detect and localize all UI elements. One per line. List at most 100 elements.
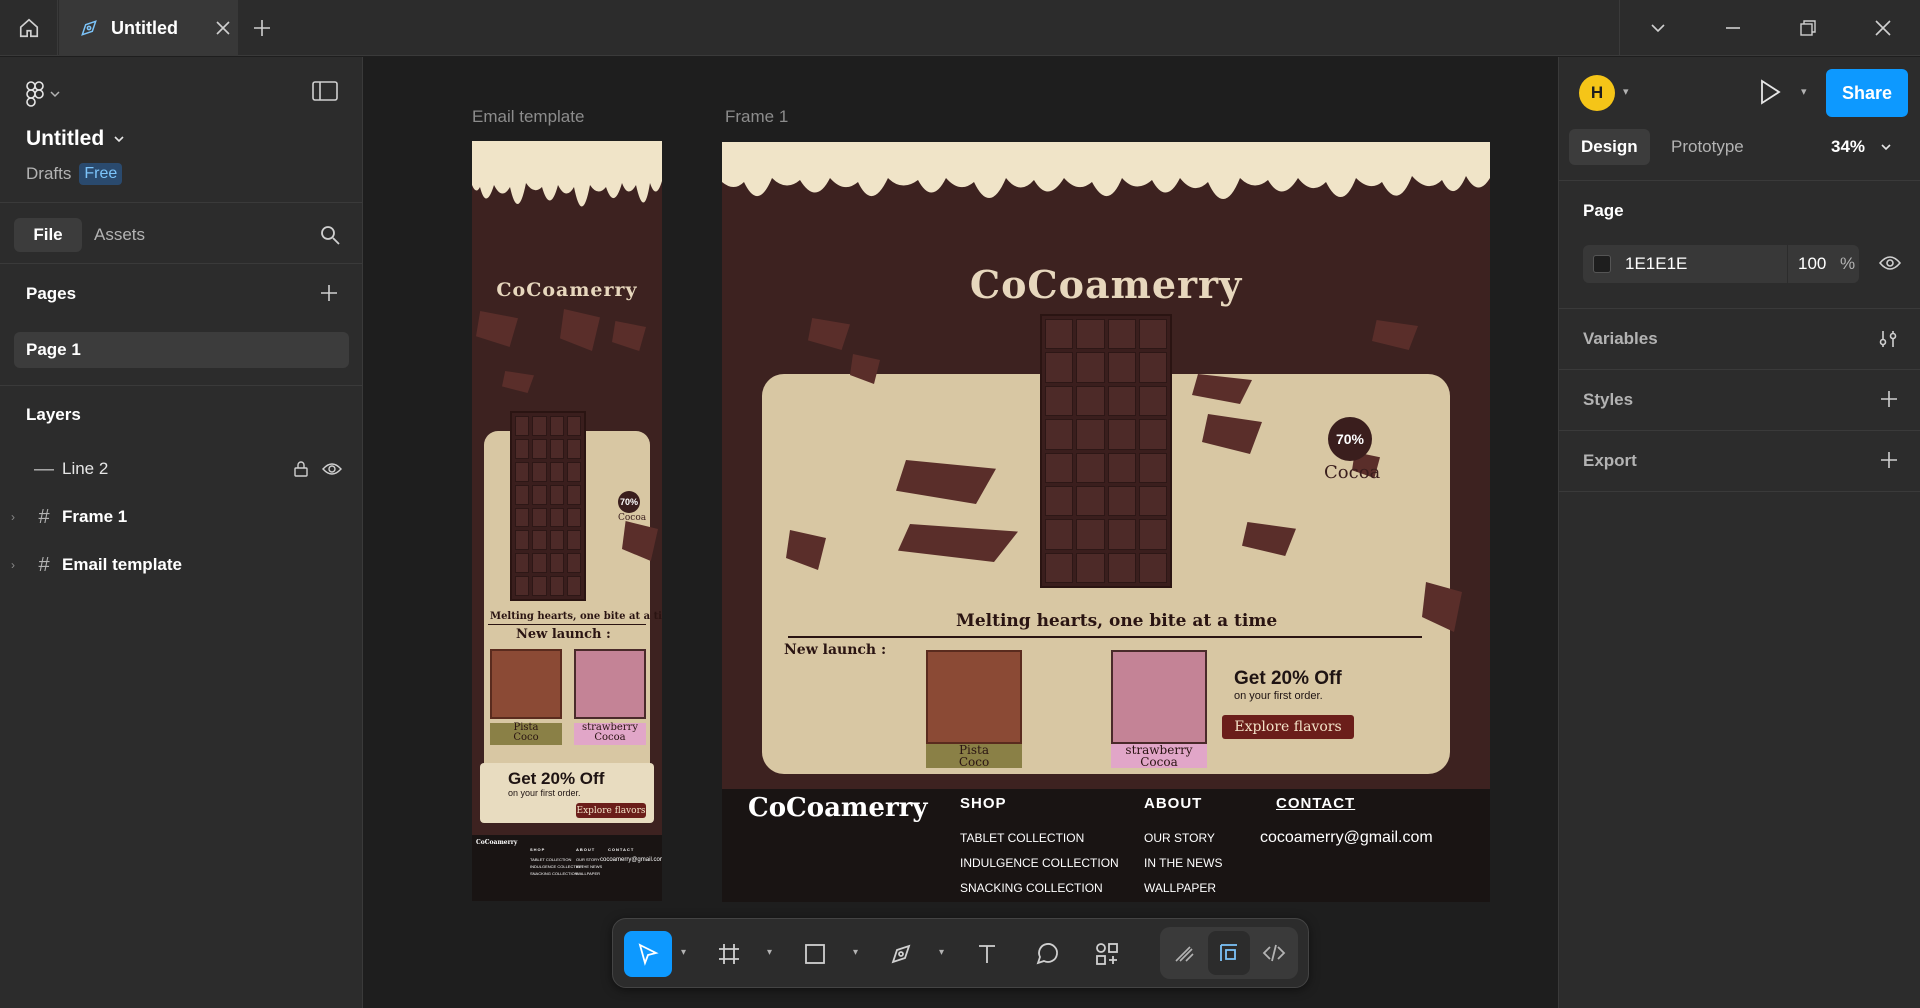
home-button[interactable] — [0, 0, 58, 56]
email-template-frame[interactable]: CoCoamerry 70% Cocoa Melting hearts, one… — [472, 141, 662, 901]
footer-about-item: OUR STORY — [1144, 831, 1215, 845]
page-opacity[interactable]: 100 — [1798, 254, 1836, 274]
minimize-icon — [1725, 27, 1740, 29]
new-tab-button[interactable] — [248, 14, 276, 42]
layer-row[interactable]: › # Frame 1 — [0, 497, 362, 537]
comment-tool-button[interactable] — [1027, 931, 1067, 977]
main-menu-button[interactable] — [26, 81, 60, 107]
pen-tool-button[interactable] — [881, 931, 921, 977]
chevron-down-icon — [1650, 24, 1665, 33]
cocoa-percent-badge: 70% — [1328, 417, 1372, 461]
file-title[interactable]: Untitled — [26, 127, 124, 151]
offer-subtitle: on your first order. — [508, 788, 581, 798]
frame-label-frame-1[interactable]: Frame 1 — [725, 107, 788, 127]
draw-mode-button[interactable] — [1164, 931, 1204, 975]
footer-about-item: WALLPAPER — [1144, 881, 1217, 895]
footer-shop-item: SNACKING COLLECTION — [960, 881, 1103, 895]
maximize-button[interactable] — [1770, 0, 1845, 56]
footer-contact-email: cocoamerry@gmail.com — [1260, 829, 1433, 846]
file-tab[interactable]: Untitled — [59, 0, 238, 56]
variables-section[interactable]: Variables — [1559, 309, 1920, 370]
frame-label-email-template[interactable]: Email template — [472, 107, 584, 127]
page-color-field[interactable]: 1E1E1E 100 % — [1583, 245, 1859, 283]
add-style-button[interactable] — [1880, 390, 1898, 413]
chevron-down-icon[interactable]: ▾ — [767, 947, 772, 958]
chocolate-chip — [560, 309, 600, 351]
tab-design[interactable]: Design — [1569, 129, 1650, 165]
avatar[interactable]: H — [1579, 75, 1615, 111]
brand-title: CoCoamerry — [496, 279, 638, 301]
offer-title: Get 20% Off — [508, 769, 605, 788]
comment-icon — [1036, 943, 1058, 965]
components-icon — [1096, 943, 1118, 965]
variables-heading: Variables — [1583, 329, 1658, 348]
divider-line — [788, 636, 1422, 638]
page-heading: Page — [1583, 201, 1624, 220]
search-button[interactable] — [320, 225, 340, 250]
present-button[interactable] — [1759, 79, 1781, 110]
chevron-down-icon[interactable]: ▾ — [853, 947, 858, 958]
add-page-button[interactable] — [320, 284, 338, 307]
text-tool-button[interactable] — [967, 931, 1007, 977]
frame-icon: # — [38, 553, 50, 576]
layers-heading: Layers — [26, 405, 81, 424]
canvas[interactable]: Email template Frame 1 CoCoamerry 70% Co… — [364, 57, 1557, 1008]
footer-shop-item: INDULGENCE COLLECTION — [530, 864, 583, 869]
zoom-dropdown[interactable]: 34% — [1831, 129, 1891, 165]
product-image-pista — [490, 649, 562, 719]
share-button[interactable]: Share — [1826, 69, 1908, 117]
chevron-down-icon[interactable]: ▾ — [1623, 85, 1629, 98]
close-window-button[interactable] — [1845, 0, 1920, 56]
tabs-dropdown-button[interactable] — [1620, 0, 1695, 56]
layer-row[interactable]: › # Email template — [0, 545, 362, 585]
frame-1[interactable]: CoCoamerry 70% Cocoa Melting hearts, one… — [722, 142, 1490, 902]
actions-button[interactable] — [1087, 931, 1127, 977]
dev-mode-button[interactable] — [1254, 931, 1294, 975]
figma-file-icon — [81, 20, 97, 36]
chevron-right-icon[interactable]: › — [0, 510, 26, 524]
page-color-hex[interactable]: 1E1E1E — [1625, 254, 1787, 274]
add-export-button[interactable] — [1880, 451, 1898, 474]
footer-brand: CoCoamerry — [748, 793, 928, 823]
chevron-down-icon[interactable]: ▾ — [939, 947, 944, 958]
minimize-button[interactable] — [1695, 0, 1770, 56]
chevron-right-icon[interactable]: › — [0, 558, 26, 572]
eye-icon[interactable] — [322, 462, 342, 476]
chevron-down-icon — [1881, 144, 1891, 151]
product-label-strawberry: strawberry Cocoa — [1111, 744, 1207, 768]
line-icon: — — [34, 457, 54, 480]
offer-subtitle: on your first order. — [1234, 690, 1323, 702]
file-title-text: Untitled — [26, 127, 105, 150]
tab-assets[interactable]: Assets — [84, 218, 155, 252]
tab-prototype[interactable]: Prototype — [1659, 129, 1756, 165]
play-icon — [1761, 79, 1781, 105]
plus-icon — [321, 285, 337, 301]
move-tool-button[interactable] — [624, 931, 672, 977]
color-swatch[interactable] — [1593, 255, 1611, 273]
footer: CoCoamerry SHOP TABLET COLLECTION INDULG… — [722, 789, 1490, 902]
drafts-label[interactable]: Drafts — [26, 164, 71, 184]
tagline: Melting hearts, one bite at a time — [490, 611, 662, 622]
chevron-down-icon[interactable]: ▾ — [1801, 85, 1807, 98]
close-tab-icon[interactable] — [215, 20, 231, 36]
lock-icon[interactable] — [294, 461, 308, 477]
footer-shop-item: TABLET COLLECTION — [960, 831, 1085, 845]
cocoa-label: Cocoa — [1324, 462, 1381, 483]
sliders-icon — [1879, 331, 1897, 347]
visibility-toggle[interactable] — [1878, 255, 1902, 276]
rectangle-tool-button[interactable] — [795, 931, 835, 977]
chevron-down-icon — [114, 136, 124, 143]
panel-tabs: File Assets — [0, 203, 362, 264]
page-item[interactable]: Page 1 — [14, 332, 349, 368]
design-mode-button[interactable] — [1208, 931, 1250, 975]
tab-file[interactable]: File — [14, 218, 82, 252]
frame-tool-button[interactable] — [709, 931, 749, 977]
variables-settings-button[interactable] — [1878, 329, 1898, 354]
layer-row[interactable]: — Line 2 — [0, 449, 362, 489]
chevron-down-icon[interactable]: ▾ — [681, 947, 686, 958]
close-icon — [1874, 20, 1891, 36]
pages-heading: Pages — [26, 284, 77, 303]
toggle-sidebar-button[interactable] — [312, 81, 338, 106]
figma-logo-icon — [26, 81, 44, 107]
export-heading: Export — [1583, 451, 1637, 470]
